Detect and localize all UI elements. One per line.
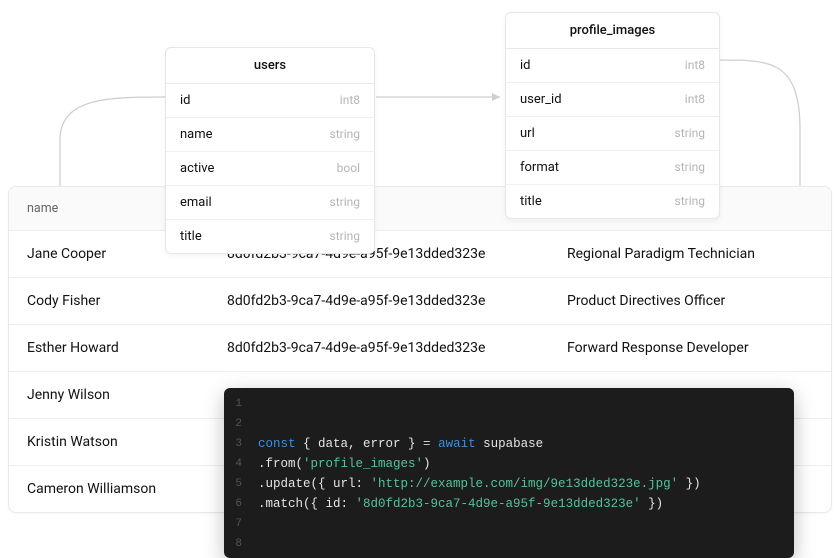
code-line: 4.from('profile_images') xyxy=(224,454,794,474)
field-type: int8 xyxy=(685,92,705,107)
code-body: .update({ url: 'http://example.com/img/9… xyxy=(254,474,701,494)
field-type: string xyxy=(675,160,705,175)
code-body xyxy=(254,414,258,434)
schema-row[interactable]: url string xyxy=(506,117,719,151)
cell-name: Kristin Watson xyxy=(27,434,227,450)
code-line: 8 xyxy=(224,534,794,554)
schema-card-profile-images[interactable]: profile_images id int8 user_id int8 url str… xyxy=(505,12,720,219)
schema-row[interactable]: id int8 xyxy=(506,49,719,83)
field-type: string xyxy=(675,194,705,209)
cell-uuid: 8d0fd2b3-9ca7-4d9e-a95f-9e13dded323e xyxy=(227,293,567,309)
field-type: bool xyxy=(337,161,360,176)
schema-title: profile_images xyxy=(506,13,719,49)
field-name: title xyxy=(520,194,542,209)
code-line: 1 xyxy=(224,394,794,414)
schema-row[interactable]: email string xyxy=(166,186,374,220)
line-number: 2 xyxy=(224,414,254,434)
field-name: email xyxy=(180,195,212,210)
code-line: 2 xyxy=(224,414,794,434)
field-name: user_id xyxy=(520,92,562,107)
code-line: 3const { data, error } = await supabase xyxy=(224,434,794,454)
schema-row[interactable]: user_id int8 xyxy=(506,83,719,117)
table-row[interactable]: Cody Fisher 8d0fd2b3-9ca7-4d9e-a95f-9e13… xyxy=(9,278,831,325)
code-body xyxy=(254,534,258,554)
code-line: 5.update({ url: 'http://example.com/img/… xyxy=(224,474,794,494)
line-number: 3 xyxy=(224,434,254,454)
field-name: active xyxy=(180,161,214,176)
field-type: string xyxy=(330,229,360,244)
code-body: .match({ id: '8d0fd2b3-9ca7-4d9e-a95f-9e… xyxy=(254,494,663,514)
field-type: int8 xyxy=(340,93,360,108)
field-type: string xyxy=(330,127,360,142)
schema-row[interactable]: title string xyxy=(166,220,374,253)
line-number: 4 xyxy=(224,454,254,474)
code-line: 6.match({ id: '8d0fd2b3-9ca7-4d9e-a95f-9… xyxy=(224,494,794,514)
schema-row[interactable]: format string xyxy=(506,151,719,185)
cell-name: Jenny Wilson xyxy=(27,387,227,403)
schema-row[interactable]: id int8 xyxy=(166,84,374,118)
field-name: id xyxy=(520,58,531,73)
line-number: 8 xyxy=(224,534,254,554)
table-row[interactable]: Esther Howard 8d0fd2b3-9ca7-4d9e-a95f-9e… xyxy=(9,325,831,372)
schema-card-users[interactable]: users id int8 name string active bool email… xyxy=(165,47,375,254)
line-number: 5 xyxy=(224,474,254,494)
cell-title: Regional Paradigm Technician xyxy=(567,246,813,262)
schema-row[interactable]: name string xyxy=(166,118,374,152)
cell-uuid: 8d0fd2b3-9ca7-4d9e-a95f-9e13dded323e xyxy=(227,340,567,356)
line-number: 1 xyxy=(224,394,254,414)
field-name: id xyxy=(180,93,191,108)
field-name: url xyxy=(520,126,535,141)
cell-name: Esther Howard xyxy=(27,340,227,356)
field-type: string xyxy=(330,195,360,210)
field-type: int8 xyxy=(685,58,705,73)
cell-name: Cameron Williamson xyxy=(27,481,227,497)
field-name: format xyxy=(520,160,559,175)
code-body: .from('profile_images') xyxy=(254,454,431,474)
cell-title: Product Directives Officer xyxy=(567,293,813,309)
code-body xyxy=(254,394,258,414)
table-row[interactable]: Jane Cooper 8d0fd2b3-9ca7-4d9e-a95f-9e13… xyxy=(9,231,831,278)
schema-title: users xyxy=(166,48,374,84)
code-body xyxy=(254,514,258,534)
cell-title: Forward Response Developer xyxy=(567,340,813,356)
schema-row[interactable]: title string xyxy=(506,185,719,218)
field-type: string xyxy=(675,126,705,141)
line-number: 6 xyxy=(224,494,254,514)
field-name: title xyxy=(180,229,202,244)
cell-name: Cody Fisher xyxy=(27,293,227,309)
code-body: const { data, error } = await supabase xyxy=(254,434,543,454)
line-number: 7 xyxy=(224,514,254,534)
code-line: 7 xyxy=(224,514,794,534)
field-name: name xyxy=(180,127,213,142)
code-panel[interactable]: 123const { data, error } = await supabas… xyxy=(224,388,794,558)
schema-row[interactable]: active bool xyxy=(166,152,374,186)
